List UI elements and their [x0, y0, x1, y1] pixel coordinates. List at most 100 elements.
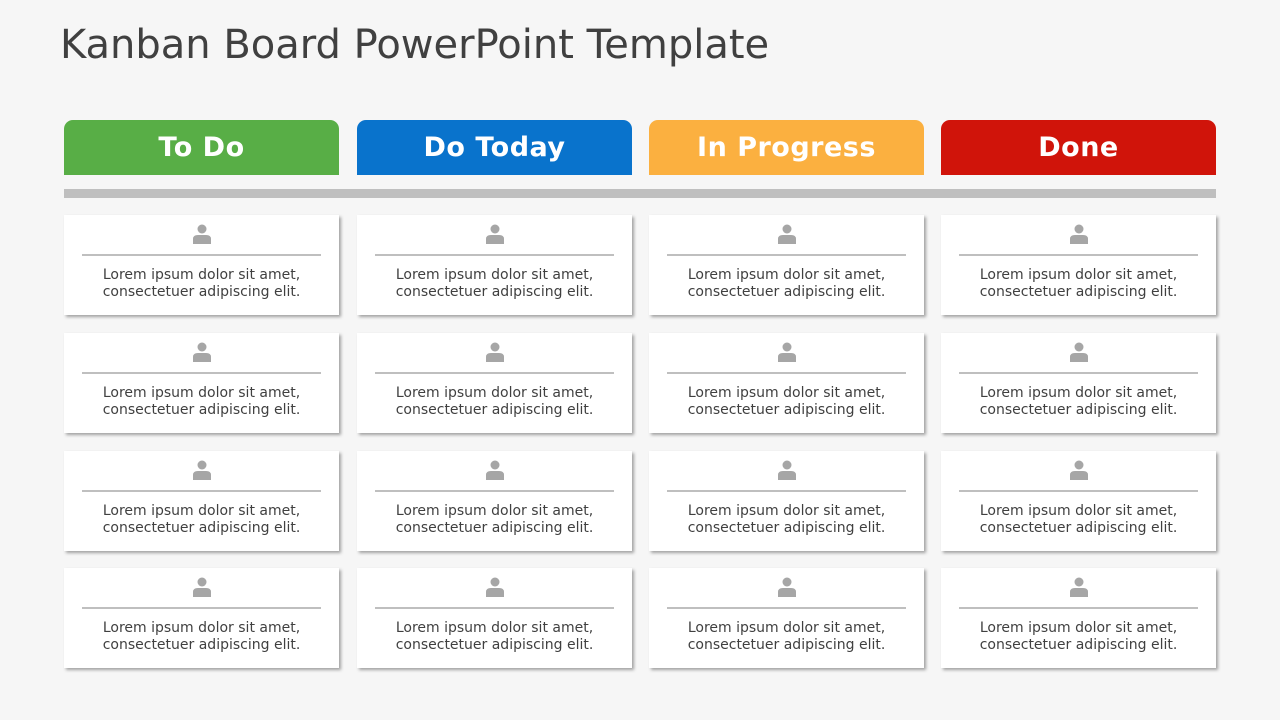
card-text: Lorem ipsum dolor sit amet, consectetuer … — [649, 267, 924, 301]
card-divider — [667, 254, 906, 256]
card-text-line-1: Lorem ipsum dolor sit amet, — [102, 385, 301, 401]
card-text-line-2: consectetuer adipiscing elit. — [102, 520, 301, 536]
person-icon — [192, 460, 211, 480]
card-text-line-2: consectetuer adipiscing elit. — [395, 520, 594, 536]
card-text: Lorem ipsum dolor sit amet, consectetuer … — [941, 620, 1216, 654]
person-icon — [485, 224, 504, 244]
card-text-line-1: Lorem ipsum dolor sit amet, — [979, 503, 1178, 519]
card-text: Lorem ipsum dolor sit amet, consectetuer … — [941, 503, 1216, 537]
column-to-do: To Do Lorem ipsum dolor sit amet, consecte… — [64, 120, 339, 668]
kanban-card: Lorem ipsum dolor sit amet, consectetuer … — [64, 451, 339, 551]
person-icon — [192, 224, 211, 244]
card-text: Lorem ipsum dolor sit amet, consectetuer … — [357, 267, 632, 301]
kanban-card: Lorem ipsum dolor sit amet, consectetuer … — [357, 568, 632, 668]
person-icon — [1069, 460, 1088, 480]
kanban-card: Lorem ipsum dolor sit amet, consectetuer … — [64, 568, 339, 668]
card-text: Lorem ipsum dolor sit amet, consectetuer … — [64, 503, 339, 537]
card-text-line-2: consectetuer adipiscing elit. — [979, 402, 1178, 418]
card-text-line-2: consectetuer adipiscing elit. — [979, 284, 1178, 300]
card-divider — [959, 490, 1198, 492]
card-divider — [959, 254, 1198, 256]
card-divider — [667, 372, 906, 374]
card-text-line-2: consectetuer adipiscing elit. — [395, 402, 594, 418]
column-header-done: Done — [941, 120, 1216, 175]
kanban-card: Lorem ipsum dolor sit amet, consectetuer … — [64, 215, 339, 315]
person-icon — [1069, 224, 1088, 244]
card-text-line-1: Lorem ipsum dolor sit amet, — [395, 620, 594, 636]
card-text: Lorem ipsum dolor sit amet, consectetuer … — [941, 385, 1216, 419]
card-text-line-2: consectetuer adipiscing elit. — [687, 402, 886, 418]
card-text-line-1: Lorem ipsum dolor sit amet, — [395, 385, 594, 401]
card-text: Lorem ipsum dolor sit amet, consectetuer … — [357, 620, 632, 654]
kanban-card: Lorem ipsum dolor sit amet, consectetuer … — [357, 333, 632, 433]
card-divider — [375, 254, 614, 256]
card-text-line-1: Lorem ipsum dolor sit amet, — [687, 503, 886, 519]
page-title: Kanban Board PowerPoint Template — [60, 22, 770, 68]
card-text: Lorem ipsum dolor sit amet, consectetuer … — [357, 503, 632, 537]
card-text-line-2: consectetuer adipiscing elit. — [687, 520, 886, 536]
card-text-line-1: Lorem ipsum dolor sit amet, — [395, 503, 594, 519]
card-text-line-2: consectetuer adipiscing elit. — [979, 637, 1178, 653]
card-text: Lorem ipsum dolor sit amet, consectetuer … — [64, 385, 339, 419]
header-divider-bar — [64, 189, 1216, 198]
column-in-progress: In Progress Lorem ipsum dolor sit amet, co… — [649, 120, 924, 668]
kanban-card: Lorem ipsum dolor sit amet, consectetuer … — [941, 333, 1216, 433]
card-divider — [959, 607, 1198, 609]
person-icon — [777, 342, 796, 362]
person-icon — [485, 342, 504, 362]
column-header-do-today: Do Today — [357, 120, 632, 175]
card-text-line-2: consectetuer adipiscing elit. — [395, 637, 594, 653]
kanban-card: Lorem ipsum dolor sit amet, consectetuer … — [64, 333, 339, 433]
kanban-card: Lorem ipsum dolor sit amet, consectetuer … — [941, 451, 1216, 551]
card-divider — [667, 490, 906, 492]
card-divider — [82, 254, 321, 256]
kanban-card: Lorem ipsum dolor sit amet, consectetuer … — [941, 215, 1216, 315]
card-text: Lorem ipsum dolor sit amet, consectetuer … — [649, 503, 924, 537]
kanban-card: Lorem ipsum dolor sit amet, consectetuer … — [649, 568, 924, 668]
card-text-line-1: Lorem ipsum dolor sit amet, — [687, 620, 886, 636]
card-text-line-1: Lorem ipsum dolor sit amet, — [979, 620, 1178, 636]
card-text-line-1: Lorem ipsum dolor sit amet, — [979, 385, 1178, 401]
column-done: Done Lorem ipsum dolor sit amet, consectet… — [941, 120, 1216, 668]
person-icon — [1069, 577, 1088, 597]
card-divider — [82, 490, 321, 492]
card-text-line-2: consectetuer adipiscing elit. — [102, 402, 301, 418]
person-icon — [485, 577, 504, 597]
kanban-card: Lorem ipsum dolor sit amet, consectetuer … — [357, 215, 632, 315]
card-divider — [375, 607, 614, 609]
card-text: Lorem ipsum dolor sit amet, consectetuer … — [649, 385, 924, 419]
card-text-line-1: Lorem ipsum dolor sit amet, — [979, 267, 1178, 283]
person-icon — [192, 342, 211, 362]
card-text: Lorem ipsum dolor sit amet, consectetuer … — [941, 267, 1216, 301]
card-text-line-1: Lorem ipsum dolor sit amet, — [687, 267, 886, 283]
kanban-card: Lorem ipsum dolor sit amet, consectetuer … — [649, 215, 924, 315]
card-text-line-1: Lorem ipsum dolor sit amet, — [395, 267, 594, 283]
card-text-line-2: consectetuer adipiscing elit. — [687, 284, 886, 300]
person-icon — [777, 224, 796, 244]
card-text-line-1: Lorem ipsum dolor sit amet, — [102, 620, 301, 636]
column-header-in-progress: In Progress — [649, 120, 924, 175]
card-text-line-2: consectetuer adipiscing elit. — [979, 520, 1178, 536]
card-divider — [375, 490, 614, 492]
card-divider — [959, 372, 1198, 374]
kanban-card: Lorem ipsum dolor sit amet, consectetuer … — [941, 568, 1216, 668]
card-text: Lorem ipsum dolor sit amet, consectetuer … — [649, 620, 924, 654]
person-icon — [777, 460, 796, 480]
card-text-line-2: consectetuer adipiscing elit. — [395, 284, 594, 300]
card-text-line-2: consectetuer adipiscing elit. — [102, 637, 301, 653]
card-text-line-1: Lorem ipsum dolor sit amet, — [102, 267, 301, 283]
card-text-line-1: Lorem ipsum dolor sit amet, — [687, 385, 886, 401]
person-icon — [192, 577, 211, 597]
card-text-line-2: consectetuer adipiscing elit. — [687, 637, 886, 653]
card-text: Lorem ipsum dolor sit amet, consectetuer … — [357, 385, 632, 419]
card-divider — [82, 607, 321, 609]
card-divider — [667, 607, 906, 609]
card-text: Lorem ipsum dolor sit amet, consectetuer … — [64, 267, 339, 301]
person-icon — [777, 577, 796, 597]
card-text-line-2: consectetuer adipiscing elit. — [102, 284, 301, 300]
card-text: Lorem ipsum dolor sit amet, consectetuer … — [64, 620, 339, 654]
card-text-line-1: Lorem ipsum dolor sit amet, — [102, 503, 301, 519]
card-divider — [82, 372, 321, 374]
column-do-today: Do Today Lorem ipsum dolor sit amet, conse… — [357, 120, 632, 668]
kanban-card: Lorem ipsum dolor sit amet, consectetuer … — [357, 451, 632, 551]
